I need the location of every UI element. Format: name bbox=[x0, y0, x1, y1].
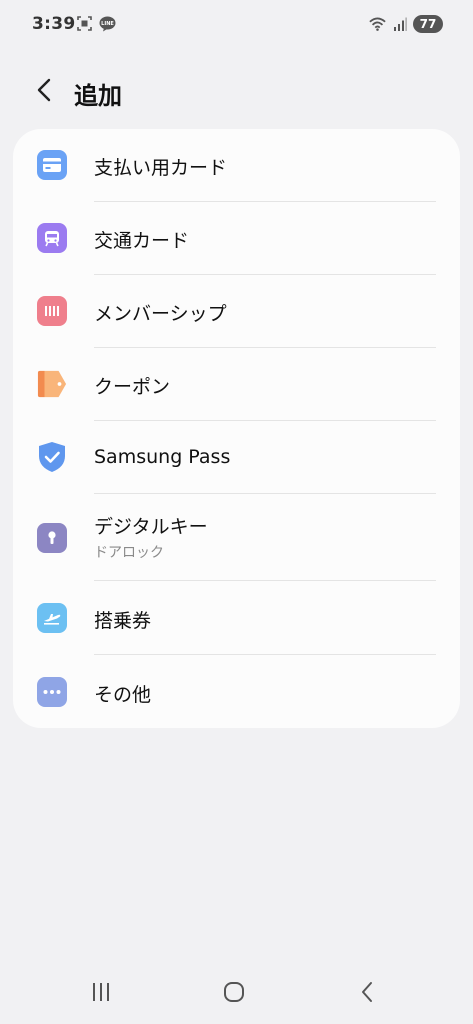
list-item-transit-card[interactable]: 交通カード bbox=[13, 202, 460, 275]
battery-indicator: 77 bbox=[413, 15, 443, 33]
item-label: その他 bbox=[94, 684, 152, 706]
line-icon: LINE bbox=[99, 15, 116, 32]
nav-back-button[interactable] bbox=[347, 978, 387, 1010]
transit-icon bbox=[37, 223, 67, 253]
item-sublabel: ドアロック bbox=[94, 545, 164, 561]
list-item-digital-key[interactable]: デジタルキー ドアロック bbox=[13, 494, 460, 581]
key-icon bbox=[37, 523, 67, 553]
membership-icon bbox=[37, 296, 67, 326]
back-icon bbox=[360, 981, 374, 1007]
more-icon bbox=[37, 677, 67, 707]
list-item-payment-card[interactable]: 支払い用カード bbox=[13, 129, 460, 202]
recents-button[interactable] bbox=[81, 978, 121, 1010]
credit-card-icon bbox=[37, 150, 67, 180]
item-label: 搭乗券 bbox=[94, 610, 152, 632]
back-button[interactable] bbox=[28, 76, 60, 108]
screenshot-icon bbox=[76, 15, 93, 32]
wifi-icon bbox=[369, 16, 386, 33]
coupon-icon bbox=[37, 369, 67, 399]
shield-check-icon bbox=[37, 442, 67, 472]
svg-text:LINE: LINE bbox=[101, 21, 114, 27]
item-label: Samsung Pass bbox=[94, 446, 231, 468]
page-title: 追加 bbox=[74, 82, 122, 110]
status-bar: 3:39 LINE 77 bbox=[0, 0, 473, 52]
page-header: 追加 bbox=[0, 70, 473, 114]
boarding-pass-icon bbox=[37, 603, 67, 633]
home-button[interactable] bbox=[214, 978, 254, 1010]
recents-icon bbox=[90, 982, 112, 1006]
signal-icon bbox=[391, 16, 408, 33]
add-options-list: 支払い用カード 交通カード メンバーシップ クーポン Samsung Pass … bbox=[13, 129, 460, 728]
list-item-membership[interactable]: メンバーシップ bbox=[13, 275, 460, 348]
home-icon bbox=[223, 981, 245, 1007]
list-item-coupon[interactable]: クーポン bbox=[13, 348, 460, 421]
item-label: クーポン bbox=[94, 376, 171, 398]
list-item-samsung-pass[interactable]: Samsung Pass bbox=[13, 421, 460, 494]
status-time: 3:39 bbox=[32, 14, 76, 34]
list-item-others[interactable]: その他 bbox=[13, 655, 460, 728]
list-item-boarding-pass[interactable]: 搭乗券 bbox=[13, 581, 460, 654]
item-label: デジタルキー bbox=[94, 516, 208, 538]
item-label: 交通カード bbox=[94, 230, 190, 252]
navigation-bar bbox=[0, 964, 473, 1024]
back-arrow-icon bbox=[36, 78, 52, 106]
item-label: 支払い用カード bbox=[94, 157, 228, 179]
item-label: メンバーシップ bbox=[94, 303, 227, 325]
